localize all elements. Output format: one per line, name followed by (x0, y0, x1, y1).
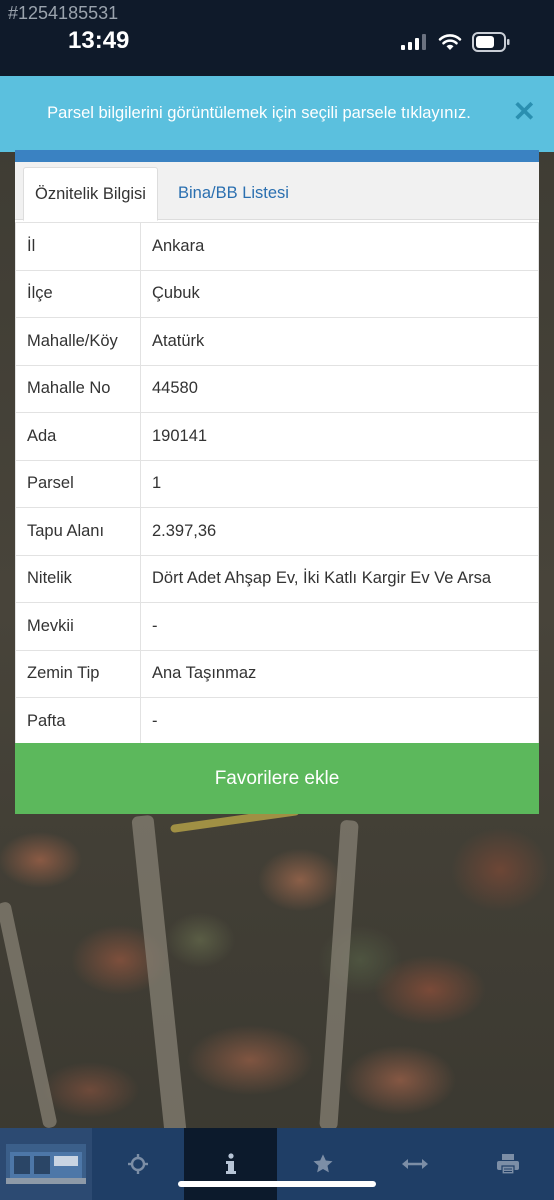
attr-key: Zemin Tip (15, 649, 141, 698)
info-icon[interactable] (184, 1128, 277, 1200)
add-to-favorites-button[interactable]: Favorilere ekle (15, 743, 539, 814)
logo-thumbnail[interactable] (0, 1128, 92, 1200)
attr-key: Mahalle No (15, 364, 141, 413)
tab-bar: Öznitelik Bilgisi Bina/BB Listesi (15, 162, 539, 221)
office-thumbnail-icon (6, 1144, 86, 1184)
attr-key: Mahalle/Köy (15, 317, 141, 366)
tab-building-list[interactable]: Bina/BB Listesi (167, 167, 300, 221)
listing-id: #1254185531 (8, 3, 119, 23)
table-row: Parsel 1 (15, 459, 539, 508)
attr-key: Ada (15, 412, 141, 461)
info-banner: Parsel bilgilerini görüntülemek için seç… (0, 76, 554, 152)
attr-key: Nitelik (15, 554, 141, 603)
attr-key: Mevkii (15, 602, 141, 651)
parcel-info-panel: Öznitelik Bilgisi Bina/BB Listesi İl Anka… (15, 150, 539, 814)
panel-top-bar (15, 150, 539, 162)
table-row: Nitelik Dört Adet Ahşap Ev, İki Katlı Kar… (15, 554, 539, 603)
attr-value: 1 (140, 459, 539, 508)
battery-icon (472, 32, 510, 52)
attr-value: Ana Taşınmaz (140, 649, 539, 698)
attr-key: İl (15, 222, 141, 271)
table-row: Mahalle No 44580 (15, 364, 539, 413)
table-row: Mevkii - (15, 602, 539, 651)
table-row: Ada 190141 (15, 412, 539, 461)
banner-text: Parsel bilgilerini görüntülemek için seç… (47, 104, 471, 122)
table-row: İlçe Çubuk (15, 269, 539, 318)
tab-attribute-info[interactable]: Öznitelik Bilgisi (23, 167, 158, 221)
table-row: İl Ankara (15, 222, 539, 271)
attribute-table: İl Ankara İlçe Çubuk Mahalle/Köy Atatürk Ma… (15, 222, 539, 746)
table-row: Tapu Alanı 2.397,36 (15, 507, 539, 556)
attr-value: 190141 (140, 412, 539, 461)
map-road (319, 819, 359, 1131)
locate-icon[interactable] (92, 1128, 184, 1200)
print-icon[interactable] (462, 1128, 554, 1200)
attr-value: 2.397,36 (140, 507, 539, 556)
attr-value: Ankara (140, 222, 539, 271)
attr-key: Tapu Alanı (15, 507, 141, 556)
attr-value: 44580 (140, 364, 539, 413)
status-bar: #1254185531 13:49 (0, 0, 554, 76)
bottom-toolbar (0, 1128, 554, 1200)
status-icons (400, 32, 510, 52)
attr-key: İlçe (15, 269, 141, 318)
star-icon[interactable] (277, 1128, 369, 1200)
map-road (131, 814, 187, 1136)
attr-key: Pafta (15, 697, 141, 746)
attr-value: Atatürk (140, 317, 539, 366)
measure-icon[interactable] (369, 1128, 461, 1200)
attr-value: Dört Adet Ahşap Ev, İki Katlı Kargir Ev … (140, 554, 539, 603)
attr-value: - (140, 697, 539, 746)
signal-icon (401, 34, 426, 50)
table-row: Mahalle/Köy Atatürk (15, 317, 539, 366)
attr-key: Parsel (15, 459, 141, 508)
table-row: Pafta - (15, 697, 539, 746)
wifi-icon (438, 34, 462, 50)
clock: 13:49 (68, 27, 130, 54)
attr-value: - (140, 602, 539, 651)
attr-value: Çubuk (140, 269, 539, 318)
table-row: Zemin Tip Ana Taşınmaz (15, 649, 539, 698)
home-indicator (178, 1181, 376, 1187)
map-road (0, 901, 58, 1129)
close-icon[interactable]: ✕ (513, 98, 536, 126)
